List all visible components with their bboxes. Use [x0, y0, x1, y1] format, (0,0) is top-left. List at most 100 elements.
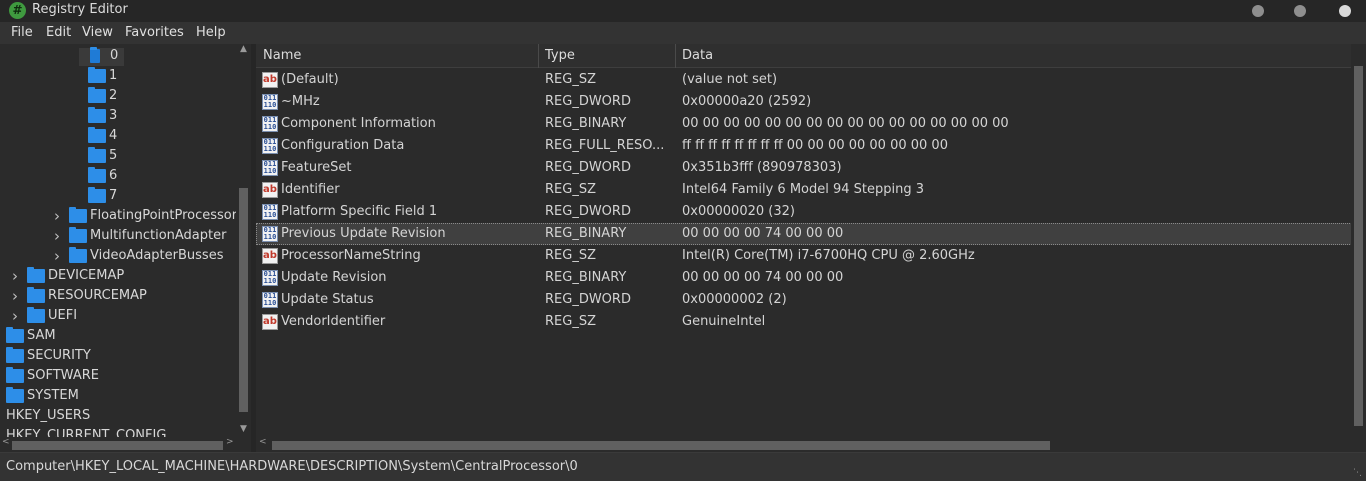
tree-item[interactable]: 2 — [0, 86, 236, 106]
value-type: REG_SZ — [545, 248, 596, 263]
tree-item-label: 0 — [110, 48, 119, 63]
binary-value-icon: 011 110 — [262, 292, 278, 308]
value-row[interactable]: 011 110 Component Information REG_BINARY 00… — [256, 113, 1364, 135]
scroll-left-icon[interactable]: < — [2, 437, 10, 447]
tree-item[interactable]: SOFTWARE — [0, 366, 236, 386]
tree-item-label: SECURITY — [27, 348, 91, 363]
menu-favorites[interactable]: Favorites — [125, 25, 184, 40]
value-row[interactable]: 011 110 Platform Specific Field 1 REG_DWOR… — [256, 201, 1364, 223]
tree-item[interactable]: 6 — [0, 166, 236, 186]
tree-item[interactable]: 3 — [0, 106, 236, 126]
binary-value-icon: 011 110 — [262, 116, 278, 132]
column-divider[interactable] — [538, 44, 539, 68]
value-row[interactable]: ab Identifier REG_SZ Intel64 Family 6 Model… — [256, 179, 1364, 201]
binary-value-icon: 011 110 — [262, 270, 278, 286]
folder-icon — [88, 87, 106, 103]
folder-open-icon — [90, 47, 100, 63]
expand-chevron-icon[interactable]: › — [52, 206, 62, 226]
folder-icon — [88, 147, 106, 163]
tree-item-label: FloatingPointProcessor — [90, 208, 236, 223]
value-type: REG_DWORD — [545, 160, 631, 175]
value-data: Intel(R) Core(TM) i7-6700HQ CPU @ 2.60GH… — [682, 248, 975, 263]
column-header-data[interactable]: Data — [682, 48, 713, 63]
tree-item[interactable]: › VideoAdapterBusses — [0, 246, 236, 266]
title-bar: # Registry Editor — [0, 0, 1366, 22]
column-header-name[interactable]: Name — [263, 48, 301, 63]
list-horizontal-scrollbar[interactable]: < — [256, 437, 1366, 452]
tree-item[interactable]: 5 — [0, 146, 236, 166]
expand-chevron-icon[interactable]: › — [10, 306, 20, 326]
scroll-down-icon[interactable]: ▼ — [236, 424, 251, 434]
menu-help[interactable]: Help — [196, 25, 226, 40]
value-row[interactable]: 011 110 ~MHz REG_DWORD 0x00000a20 (2592) — [256, 91, 1364, 113]
value-name: ProcessorNameString — [281, 248, 421, 263]
value-type: REG_BINARY — [545, 226, 627, 241]
scroll-up-icon[interactable]: ▲ — [236, 44, 251, 54]
tree-item[interactable]: › DEVICEMAP — [0, 266, 236, 286]
value-row[interactable]: 011 110 Update Revision REG_BINARY 00 00 00… — [256, 267, 1364, 289]
window-title: Registry Editor — [32, 2, 128, 17]
maximize-button[interactable] — [1294, 5, 1306, 17]
list-vertical-scrollbar[interactable] — [1351, 44, 1366, 437]
tree-item[interactable]: › RESOURCEMAP — [0, 286, 236, 306]
list-hscroll-thumb[interactable] — [272, 441, 1050, 450]
tree-item[interactable]: 4 — [0, 126, 236, 146]
resize-grip-icon[interactable]: ⋱ — [1353, 468, 1363, 478]
menu-file[interactable]: File — [11, 25, 33, 40]
tree-item[interactable]: SYSTEM — [0, 386, 236, 406]
value-type: REG_DWORD — [545, 94, 631, 109]
list-scroll-thumb[interactable] — [1354, 66, 1363, 426]
expand-chevron-icon[interactable]: › — [52, 246, 62, 266]
value-data: (value not set) — [682, 72, 778, 87]
tree-item[interactable]: 1 — [0, 66, 236, 86]
value-row[interactable]: 011 110 FeatureSet REG_DWORD 0x351b3fff (89… — [256, 157, 1364, 179]
tree-item-label: SYSTEM — [27, 388, 79, 403]
tree-item[interactable]: SAM — [0, 326, 236, 346]
scroll-left-icon[interactable]: < — [259, 437, 267, 447]
column-header-type[interactable]: Type — [545, 48, 575, 63]
close-button[interactable] — [1339, 5, 1351, 17]
value-row[interactable]: ab (Default) REG_SZ (value not set) — [256, 69, 1364, 91]
tree-horizontal-scrollbar[interactable]: < > — [0, 437, 251, 452]
value-name: VendorIdentifier — [281, 314, 386, 329]
column-divider[interactable] — [675, 44, 676, 68]
folder-icon — [69, 247, 87, 263]
minimize-button[interactable] — [1252, 5, 1264, 17]
value-row[interactable]: ab ProcessorNameString REG_SZ Intel(R) Core… — [256, 245, 1364, 267]
tree-item-label: DEVICEMAP — [48, 268, 125, 283]
tree-vertical-scrollbar[interactable]: ▲ ▼ — [236, 44, 251, 437]
tree-item[interactable]: 0 — [0, 46, 236, 66]
tree-item-label: 2 — [109, 88, 118, 103]
tree-item[interactable]: › MultifunctionAdapter — [0, 226, 236, 246]
scroll-right-icon[interactable]: > — [226, 437, 234, 447]
tree-item[interactable]: SECURITY — [0, 346, 236, 366]
folder-icon — [69, 207, 87, 223]
value-data: 00 00 00 00 74 00 00 00 — [682, 270, 844, 285]
string-value-icon: ab — [262, 314, 278, 330]
value-row[interactable]: ab VendorIdentifier REG_SZ GenuineIntel — [256, 311, 1364, 333]
tree-item[interactable]: HKEY_CURRENT_CONFIG — [0, 426, 236, 437]
tree-item-label: 3 — [109, 108, 118, 123]
tree-scroll-thumb[interactable] — [239, 188, 248, 412]
tree-item[interactable]: 7 — [0, 186, 236, 206]
expand-chevron-icon[interactable]: › — [52, 226, 62, 246]
tree-item[interactable]: › FloatingPointProcessor — [0, 206, 236, 226]
menu-edit[interactable]: Edit — [46, 25, 71, 40]
expand-chevron-icon[interactable]: › — [10, 266, 20, 286]
tree-hscroll-thumb[interactable] — [12, 441, 223, 450]
value-row[interactable]: 011 110 Configuration Data REG_FULL_RESO..… — [256, 135, 1364, 157]
value-row[interactable]: 011 110 Previous Update Revision REG_BINAR… — [256, 223, 1364, 245]
tree-item-label: MultifunctionAdapter — [90, 228, 227, 243]
menu-view[interactable]: View — [82, 25, 113, 40]
key-path[interactable]: Computer\HKEY_LOCAL_MACHINE\HARDWARE\DES… — [6, 459, 578, 474]
binary-value-icon: 011 110 — [262, 138, 278, 154]
tree-item[interactable]: HKEY_USERS — [0, 406, 236, 426]
value-data: 00 00 00 00 00 00 00 00 00 00 00 00 00 0… — [682, 116, 1009, 131]
value-data: ff ff ff ff ff ff ff ff 00 00 00 00 00 0… — [682, 138, 948, 153]
folder-icon — [69, 227, 87, 243]
binary-value-icon: 011 110 — [262, 226, 278, 242]
expand-chevron-icon[interactable]: › — [10, 286, 20, 306]
value-row[interactable]: 011 110 Update Status REG_DWORD 0x00000002 … — [256, 289, 1364, 311]
value-name: Platform Specific Field 1 — [281, 204, 438, 219]
tree-item[interactable]: › UEFI — [0, 306, 236, 326]
